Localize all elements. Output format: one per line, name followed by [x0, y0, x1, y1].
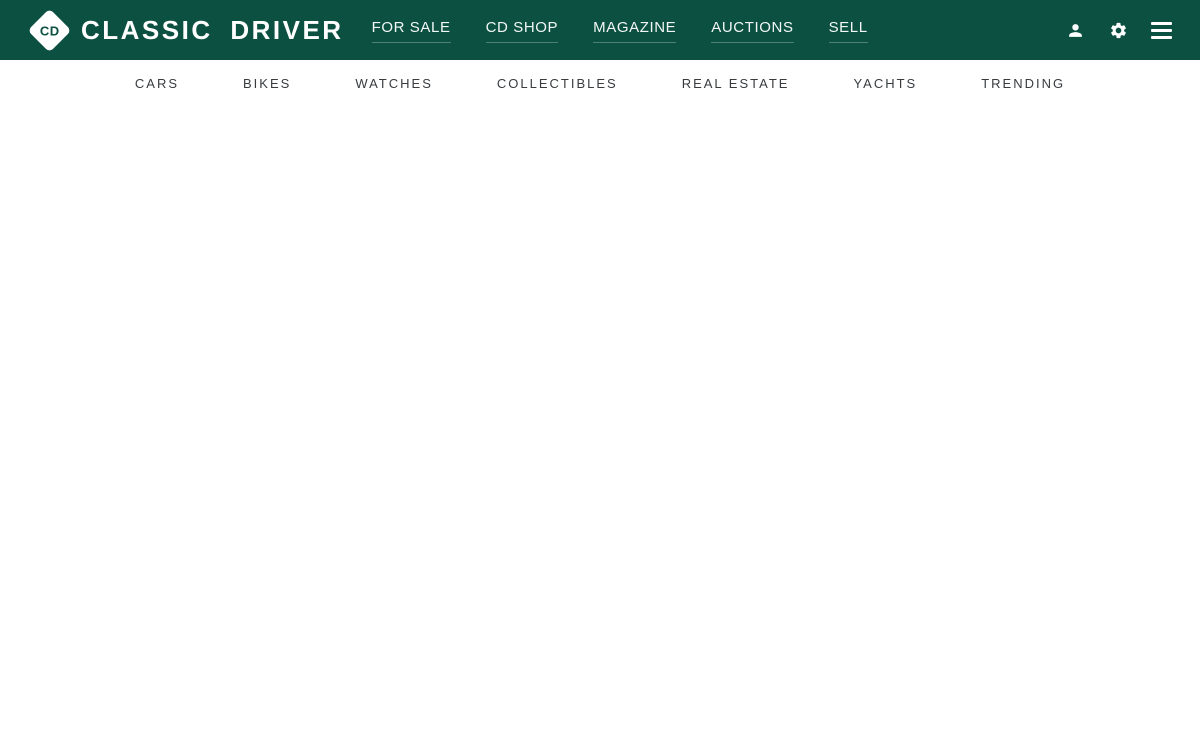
nav-item-sell[interactable]: SELL — [828, 20, 868, 43]
brand-logo[interactable]: CD CLASSIC DRIVER — [26, 7, 344, 53]
nav-item-for-sale[interactable]: FOR SALE — [371, 20, 451, 43]
nav-item-magazine[interactable]: MAGAZINE — [593, 20, 677, 43]
brand-name: CLASSIC DRIVER — [81, 14, 344, 45]
header-actions — [1064, 19, 1172, 41]
primary-nav: FOR SALE CD SHOP MAGAZINE AUCTIONS SELL — [371, 20, 868, 43]
subnav-item-bikes[interactable]: BIKES — [243, 76, 291, 91]
gear-icon[interactable] — [1107, 19, 1129, 41]
secondary-nav: CARS BIKES WATCHES COLLECTIBLES REAL EST… — [0, 60, 1200, 105]
nav-item-cd-shop[interactable]: CD SHOP — [485, 20, 559, 43]
brand-abbrev: CD — [39, 22, 59, 38]
page-content — [0, 105, 1200, 740]
menu-icon[interactable] — [1150, 19, 1172, 41]
subnav-item-watches[interactable]: WATCHES — [355, 76, 433, 91]
subnav-item-trending[interactable]: TRENDING — [981, 76, 1065, 91]
subnav-item-cars[interactable]: CARS — [135, 76, 179, 91]
subnav-item-yachts[interactable]: YACHTS — [853, 76, 917, 91]
brand-diamond-icon: CD — [26, 7, 72, 53]
subnav-item-real-estate[interactable]: REAL ESTATE — [682, 76, 790, 91]
user-icon[interactable] — [1064, 19, 1086, 41]
top-header: CD CLASSIC DRIVER FOR SALE CD SHOP MAGAZ… — [0, 0, 1200, 60]
nav-item-auctions[interactable]: AUCTIONS — [711, 20, 794, 43]
subnav-item-collectibles[interactable]: COLLECTIBLES — [497, 76, 618, 91]
